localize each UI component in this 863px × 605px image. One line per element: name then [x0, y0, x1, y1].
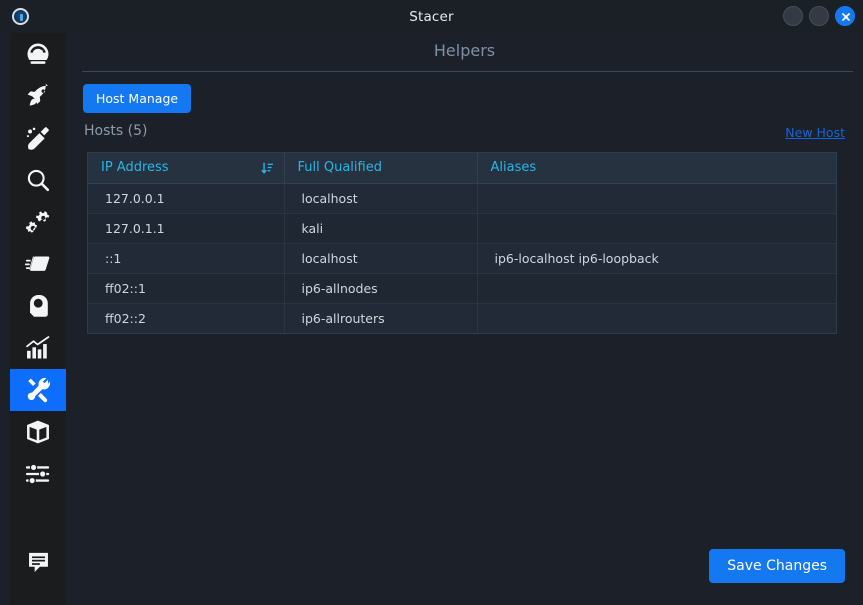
- sidebar: [10, 33, 66, 605]
- gears-icon: [25, 211, 50, 233]
- cell-ip: 127.0.0.1: [88, 183, 285, 214]
- close-button[interactable]: [835, 6, 855, 26]
- cell-ip: ff02::1: [88, 273, 285, 304]
- cell-fqdn: ip6-allnodes: [284, 273, 478, 304]
- cell-aliases: [477, 213, 836, 244]
- sidebar-item-processes[interactable]: [10, 243, 66, 285]
- cell-aliases: [477, 273, 836, 304]
- cell-ip: ff02::2: [88, 303, 285, 333]
- magnifier-icon: [27, 169, 50, 192]
- table-header-row: IP Address Full Qualified Aliases: [88, 153, 836, 184]
- sidebar-item-helpers[interactable]: [10, 369, 66, 411]
- cell-fqdn: ip6-allrouters: [284, 303, 478, 333]
- sidebar-item-uninstaller[interactable]: [10, 285, 66, 327]
- table-row[interactable]: 127.0.0.1 localhost: [88, 183, 836, 214]
- bar-chart-icon: [26, 336, 50, 359]
- new-host-link[interactable]: New Host: [785, 125, 845, 140]
- folder-icon: [24, 256, 50, 271]
- cell-ip: ::1: [88, 243, 285, 274]
- window-title: Stacer: [409, 8, 454, 25]
- column-header-ip-address[interactable]: IP Address: [88, 153, 285, 184]
- hosts-count-label: Hosts (5): [84, 123, 148, 139]
- cell-aliases: ip6-localhost ip6-loopback: [477, 243, 836, 274]
- host-manage-button[interactable]: Host Manage: [83, 84, 192, 113]
- package-icon: [27, 420, 49, 444]
- speedometer-icon: [27, 43, 49, 64]
- close-icon: [842, 13, 850, 21]
- column-header-aliases[interactable]: Aliases: [477, 153, 836, 184]
- stacer-logo-icon: [12, 8, 29, 25]
- column-header-full-qualified[interactable]: Full Qualified: [284, 153, 478, 184]
- maximize-button[interactable]: [809, 6, 829, 26]
- title-bar: Stacer: [0, 0, 863, 33]
- cell-aliases: [477, 183, 836, 214]
- sidebar-item-settings[interactable]: [10, 453, 66, 495]
- minimize-button[interactable]: [783, 6, 803, 26]
- table-row[interactable]: ff02::1 ip6-allnodes: [88, 273, 836, 304]
- rocket-icon: [27, 83, 49, 106]
- main-content: Helpers Host Manage Hosts (5) New Host I…: [66, 33, 863, 605]
- stacer-window: Stacer Helpers Host Manage Hosts (5) New…: [0, 0, 863, 605]
- sidebar-item-dashboard[interactable]: [10, 33, 66, 75]
- sidebar-item-services[interactable]: [10, 201, 66, 243]
- window-controls: [783, 6, 855, 26]
- cell-fqdn: localhost: [284, 243, 478, 274]
- cell-aliases: [477, 303, 836, 333]
- title-divider: [82, 71, 853, 72]
- sort-descending-icon[interactable]: [261, 162, 274, 179]
- disk-icon: [30, 295, 48, 317]
- cell-fqdn: localhost: [284, 183, 478, 214]
- sidebar-item-startup[interactable]: [10, 75, 66, 117]
- sidebar-item-feedback[interactable]: [10, 541, 66, 583]
- column-header-ip-address-label: IP Address: [101, 160, 169, 176]
- broom-icon: [26, 127, 49, 150]
- page-title: Helpers: [433, 41, 496, 60]
- sidebar-item-cleaner[interactable]: [10, 117, 66, 159]
- table-row[interactable]: 127.0.1.1 kali: [88, 213, 836, 244]
- chat-icon: [28, 552, 48, 572]
- table-row[interactable]: ff02::2 ip6-allrouters: [88, 303, 836, 333]
- sidebar-item-resources[interactable]: [10, 327, 66, 369]
- cell-fqdn: kali: [284, 213, 478, 244]
- cell-ip: 127.0.1.1: [88, 213, 285, 244]
- sidebar-item-search[interactable]: [10, 159, 66, 201]
- save-changes-button[interactable]: Save Changes: [709, 549, 845, 583]
- sidebar-item-packages[interactable]: [10, 411, 66, 453]
- hosts-table: IP Address Full Qualified Aliases 127.0.…: [87, 152, 837, 334]
- tools-icon: [27, 377, 51, 403]
- table-row[interactable]: ::1 localhost ip6-localhost ip6-loopback: [88, 243, 836, 274]
- sliders-icon: [25, 463, 50, 485]
